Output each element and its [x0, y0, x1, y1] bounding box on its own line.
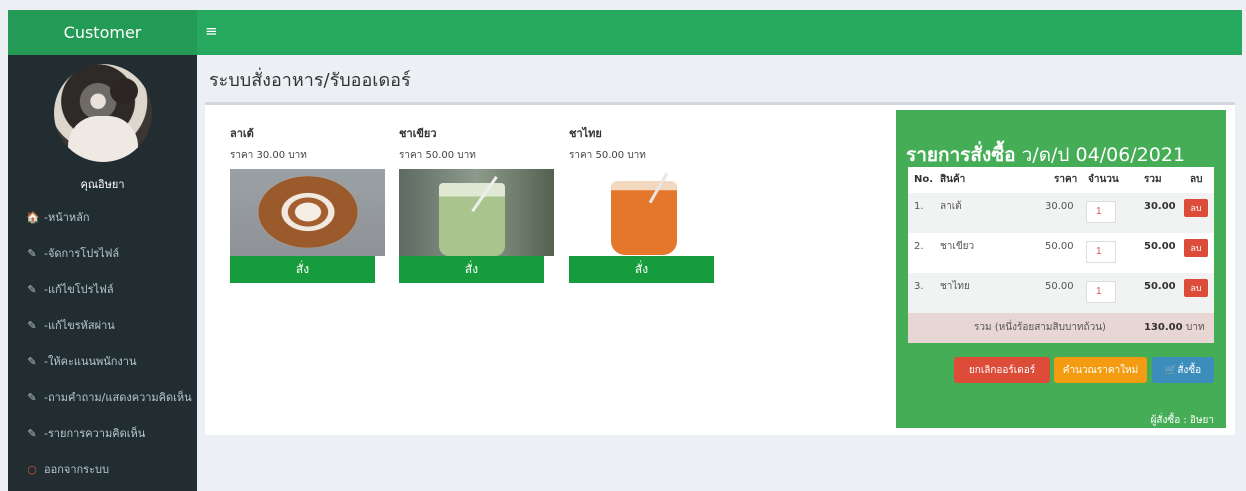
sidebar-item-label: -ให้คะแนนพนักงาน: [44, 355, 137, 368]
app-frame: Customer คุณอิษยา 🏠 -หน้าหลัก ✎ -จัดการโ…: [8, 10, 1242, 491]
brand-logo[interactable]: Customer: [8, 10, 197, 55]
sidebar-item-rate-staff[interactable]: ✎ -ให้คะแนนพนักงาน: [8, 343, 197, 379]
currency-label: บาท: [1186, 322, 1205, 333]
product-card-thai-tea: ชาไทย ราคา 50.00 บาท สั่ง: [569, 124, 724, 283]
cart-icon: 🛒: [1164, 364, 1178, 376]
row-item: ลาเต้: [940, 201, 962, 212]
product-card-latte: ลาเต้ ราคา 30.00 บาท สั่ง: [230, 124, 385, 283]
checkout-button[interactable]: 🛒 สั่งซื้อ: [1152, 357, 1214, 383]
product-price: ราคา 30.00 บาท: [230, 150, 307, 161]
grand-total-row: รวม (หนึ่งร้อยสามสิบบาทถ้วน) 130.00 บาท: [908, 313, 1214, 343]
row-total: 50.00: [1144, 241, 1176, 252]
product-price: ราคา 50.00 บาท: [399, 150, 476, 161]
row-total: 30.00: [1144, 201, 1176, 212]
row-item: ชาไทย: [940, 281, 970, 292]
sidebar-item-label: -ถามคำถาม/แสดงความคิดเห็น: [44, 391, 192, 404]
edit-icon: ✎: [27, 426, 37, 440]
order-title-label: รายการสั่งซื้อ: [906, 144, 1016, 166]
top-header: ≡: [197, 10, 1242, 55]
row-total: 50.00: [1144, 281, 1176, 292]
sidebar-item-label: -จัดการโปรไฟล์: [44, 247, 120, 260]
order-title: รายการสั่งซื้อ ว/ด/ป 04/06/2021: [906, 140, 1185, 170]
row-price: 30.00: [1045, 201, 1074, 212]
delete-button[interactable]: ลบ: [1184, 199, 1208, 217]
row-no: 2.: [914, 241, 924, 252]
home-icon: 🏠: [26, 210, 40, 224]
sidebar-item-home[interactable]: 🏠 -หน้าหลัก: [8, 199, 197, 235]
col-delete: ลบ: [1190, 174, 1203, 185]
menu-toggle-icon[interactable]: ≡: [205, 22, 218, 40]
order-green-tea-button[interactable]: สั่ง: [399, 256, 544, 283]
edit-icon: ✎: [27, 390, 37, 404]
delete-button[interactable]: ลบ: [1184, 239, 1208, 257]
qty-input[interactable]: [1086, 241, 1116, 263]
edit-icon: ✎: [27, 282, 37, 296]
avatar: [53, 64, 152, 162]
user-name: คุณอิษยา: [80, 178, 125, 191]
sidebar-item-ask-question[interactable]: ✎ -ถามคำถาม/แสดงความคิดเห็น: [8, 379, 197, 415]
checkout-label: สั่งซื้อ: [1177, 364, 1202, 376]
order-actions: ยกเลิกออร์เดอร์ คำนวณราคาใหม่ 🛒 สั่งซื้อ: [896, 357, 1226, 383]
product-price: ราคา 50.00 บาท: [569, 150, 646, 161]
col-qty: จำนวน: [1088, 174, 1119, 185]
order-date: ว/ด/ป 04/06/2021: [1015, 144, 1186, 166]
sidebar-item-change-password[interactable]: ✎ -แก้ไขรหัสผ่าน: [8, 307, 197, 343]
product-card-green-tea: ชาเขียว ราคา 50.00 บาท สั่ง: [399, 124, 554, 283]
grand-total-value: 130.00: [1144, 322, 1183, 333]
sidebar-item-label: -แก้ไขรหัสผ่าน: [44, 319, 115, 332]
row-item: ชาเขียว: [940, 241, 975, 252]
order-panel: รายการสั่งซื้อ ว/ด/ป 04/06/2021 No. สินค…: [896, 110, 1226, 428]
grand-total-label: รวม (หนึ่งร้อยสามสิบบาทถ้วน): [974, 322, 1106, 333]
green-tea-image: [399, 169, 554, 256]
sidebar-menu: 🏠 -หน้าหลัก ✎ -จัดการโปรไฟล์ ✎ -แก้ไขโปร…: [8, 199, 197, 487]
page-title: ระบบสั่งอาหาร/รับออเดอร์: [209, 70, 411, 91]
sidebar-item-logout[interactable]: ○ ออกจากระบบ: [8, 451, 197, 487]
row-no: 1.: [914, 201, 924, 212]
sidebar-item-label: -หน้าหลัก: [44, 211, 90, 224]
order-thai-tea-button[interactable]: สั่ง: [569, 256, 714, 283]
sidebar-item-label: -แก้ไขโปรไฟล์: [44, 283, 114, 296]
table-row: 3. ชาไทย 50.00 50.00 ลบ: [908, 273, 1214, 313]
latte-image: [230, 169, 385, 256]
delete-button[interactable]: ลบ: [1184, 279, 1208, 297]
sidebar: Customer คุณอิษยา 🏠 -หน้าหลัก ✎ -จัดการโ…: [8, 10, 197, 491]
qty-input[interactable]: [1086, 281, 1116, 303]
sidebar-item-label: ออกจากระบบ: [44, 463, 109, 476]
recalculate-button[interactable]: คำนวณราคาใหม่: [1054, 357, 1147, 383]
product-name: ชาเขียว: [399, 127, 437, 140]
order-table: No. สินค้า ราคา จำนวน รวม ลบ 1. ลาเต้ 30…: [908, 167, 1214, 343]
logout-circle-icon: ○: [27, 462, 37, 476]
edit-icon: ✎: [27, 354, 37, 368]
orderer-name: ผู้สั่งซื้อ : อิษยา: [1150, 415, 1214, 426]
sidebar-item-comments[interactable]: ✎ -รายการความคิดเห็น: [8, 415, 197, 451]
product-name: ชาไทย: [569, 127, 602, 140]
product-name: ลาเต้: [230, 127, 254, 140]
edit-icon: ✎: [27, 246, 37, 260]
row-no: 3.: [914, 281, 924, 292]
cancel-order-button[interactable]: ยกเลิกออร์เดอร์: [954, 357, 1050, 383]
sidebar-item-manage-profile[interactable]: ✎ -จัดการโปรไฟล์: [8, 235, 197, 271]
sidebar-item-edit-profile[interactable]: ✎ -แก้ไขโปรไฟล์: [8, 271, 197, 307]
thai-tea-image: [569, 169, 724, 256]
sidebar-item-label: -รายการความคิดเห็น: [44, 427, 146, 440]
row-price: 50.00: [1045, 281, 1074, 292]
order-latte-button[interactable]: สั่ง: [230, 256, 375, 283]
qty-input[interactable]: [1086, 201, 1116, 223]
edit-icon: ✎: [27, 318, 37, 332]
row-price: 50.00: [1045, 241, 1074, 252]
